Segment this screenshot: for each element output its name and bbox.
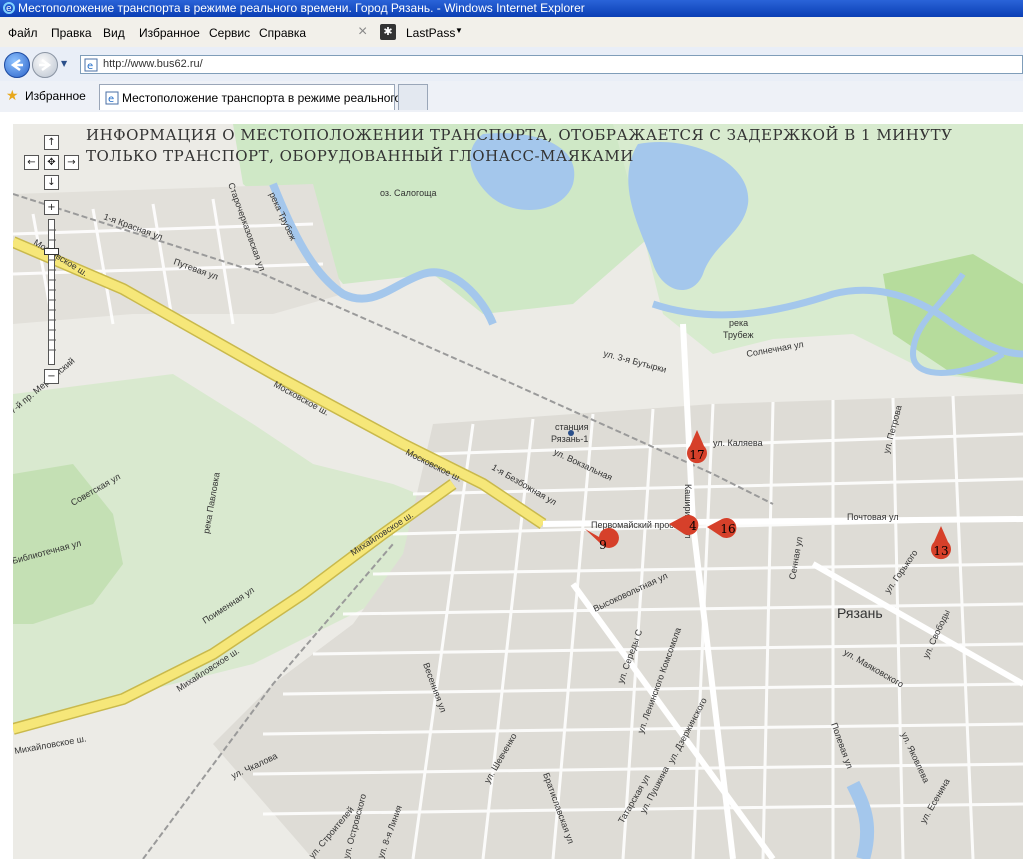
tab-active[interactable]: e Местоположение транспорта в режиме реа… bbox=[99, 84, 415, 110]
map-viewport[interactable]: Московское ш. Московское ш. Московское ш… bbox=[13, 124, 1023, 859]
menu-help[interactable]: Справка bbox=[259, 26, 306, 40]
zoom-slider-handle[interactable] bbox=[44, 248, 59, 255]
pan-left-button[interactable]: ← bbox=[24, 155, 39, 170]
bus-marker-number: 16 bbox=[720, 522, 735, 536]
svg-text:e: e bbox=[108, 94, 114, 105]
favorites-star-icon[interactable]: ★ bbox=[6, 87, 19, 104]
window-titlebar: e Местоположение транспорта в режиме реал… bbox=[0, 0, 1023, 17]
new-tab-button[interactable] bbox=[398, 84, 428, 110]
city-label: Рязань bbox=[837, 605, 883, 621]
window-title: Местоположение транспорта в режиме реаль… bbox=[18, 1, 585, 15]
address-url: http://www.bus62.ru/ bbox=[103, 58, 203, 70]
favorites-bar: ★ Избранное e Местоположение транспорта … bbox=[0, 81, 1023, 113]
menu-bar: Файл Правка Вид Избранное Сервис Справка… bbox=[0, 17, 1023, 48]
tab-page-icon: e bbox=[105, 91, 119, 105]
lastpass-dropdown-icon[interactable]: ▼ bbox=[455, 26, 463, 35]
address-toolbar: ▼ e http://www.bus62.ru/ bbox=[0, 47, 1023, 82]
station-label-1: станция bbox=[555, 422, 589, 432]
svg-text:e: e bbox=[6, 4, 12, 14]
forward-button[interactable] bbox=[32, 52, 58, 78]
zoom-out-button[interactable]: − bbox=[44, 369, 59, 384]
street-pervomaysky: Первомайский просп. bbox=[591, 520, 681, 530]
street-pochtovaya: Почтовая ул bbox=[847, 512, 899, 522]
back-arrow-icon bbox=[10, 58, 23, 72]
bus-marker-number: 9 bbox=[599, 538, 607, 552]
favorites-button[interactable]: Избранное bbox=[25, 89, 86, 103]
menu-tools[interactable]: Сервис bbox=[209, 26, 250, 40]
map-canvas[interactable]: Московское ш. Московское ш. Московское ш… bbox=[13, 124, 1023, 859]
svg-text:e: e bbox=[87, 61, 93, 72]
close-toolbar-icon[interactable]: × bbox=[358, 23, 367, 41]
page-icon: e bbox=[84, 58, 98, 72]
lastpass-menu[interactable]: LastPass bbox=[406, 26, 455, 40]
pan-right-button[interactable]: → bbox=[64, 155, 79, 170]
menu-file[interactable]: Файл bbox=[8, 26, 38, 40]
info-line-2: ТОЛЬКО ТРАНСПОРТ, ОБОРУДОВАННЫЙ ГЛОНАСС-… bbox=[86, 147, 634, 165]
pan-down-button[interactable]: ↓ bbox=[44, 175, 59, 190]
bus-marker-number: 17 bbox=[689, 448, 704, 462]
menu-favorites[interactable]: Избранное bbox=[139, 26, 200, 40]
lake-label: оз. Салогоща bbox=[380, 188, 437, 198]
back-button[interactable] bbox=[4, 52, 30, 78]
pan-center-button[interactable]: ✥ bbox=[44, 155, 59, 170]
menu-view[interactable]: Вид bbox=[103, 26, 125, 40]
history-dropdown-icon[interactable]: ▼ bbox=[61, 59, 67, 68]
zoom-slider-track[interactable] bbox=[48, 219, 56, 365]
lastpass-icon[interactable]: ✱ bbox=[380, 24, 396, 40]
street-kalyaeva: ул. Каляева bbox=[713, 438, 763, 448]
bus-marker-number: 4 bbox=[689, 519, 697, 533]
zoom-in-button[interactable]: + bbox=[44, 200, 59, 215]
ie-logo-icon: e bbox=[3, 2, 15, 14]
station-label-2: Рязань-1 bbox=[551, 434, 588, 444]
forward-arrow-icon bbox=[39, 58, 52, 72]
tab-title: Местоположение транспорта в режиме реаль… bbox=[122, 91, 415, 105]
pan-up-button[interactable]: ↑ bbox=[44, 135, 59, 150]
info-line-1: ИНФОРМАЦИЯ О МЕСТОПОЛОЖЕНИИ ТРАНСПОРТА, … bbox=[86, 126, 953, 144]
bus-marker-number: 13 bbox=[933, 544, 948, 558]
address-field[interactable]: e http://www.bus62.ru/ bbox=[80, 55, 1023, 74]
zoom-slider-ticks bbox=[49, 229, 56, 351]
page-content: Московское ш. Московское ш. Московское ш… bbox=[0, 112, 1023, 859]
menu-edit[interactable]: Правка bbox=[51, 26, 92, 40]
river-label-3: Трубеж bbox=[723, 330, 753, 340]
river-label-2: река bbox=[729, 318, 748, 328]
